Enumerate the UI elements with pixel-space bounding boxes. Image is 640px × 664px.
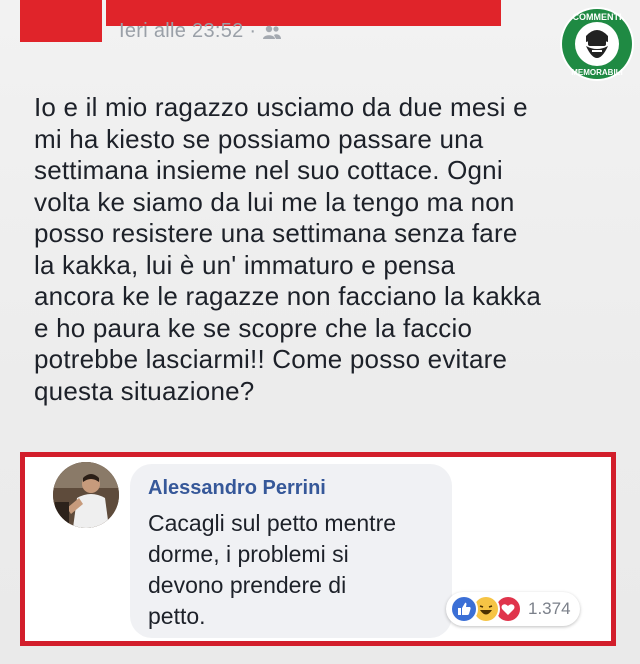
reactions-summary[interactable]: 1.374 bbox=[446, 592, 580, 626]
post-line: mi ha kiesto se possiamo passare una bbox=[34, 123, 484, 154]
post-line: questa situazione? bbox=[34, 375, 255, 406]
friends-icon bbox=[263, 25, 282, 39]
post-timestamp[interactable]: Ieri alle 23:52 · bbox=[119, 20, 282, 43]
post-text: Io e il mio ragazzo usciamo da due mesi … bbox=[34, 92, 624, 407]
post-line: volta ke siamo da lui me la tengo ma non bbox=[34, 186, 515, 217]
reaction-count: 1.374 bbox=[528, 599, 571, 618]
redaction-bar-avatar bbox=[20, 0, 102, 42]
commenti-memorabili-logo: COMMENTI MEMORABILI bbox=[560, 7, 634, 81]
person-avatar-icon[interactable] bbox=[53, 462, 119, 528]
svg-text:COMMENTI: COMMENTI bbox=[573, 12, 622, 22]
post-line: posso resistere una settimana senza fare bbox=[34, 218, 518, 248]
comment-line: dorme, i problemi si bbox=[148, 541, 349, 567]
comment-text: Cacagli sul petto mentre dorme, i proble… bbox=[148, 508, 438, 632]
post-line: e ho paura ke se scopre che la faccio bbox=[34, 312, 473, 343]
post-line: la kakka, lui è un' immaturo e pensa bbox=[34, 249, 456, 280]
comment-author-link[interactable]: Alessandro Perrini bbox=[148, 477, 326, 500]
post-line: ancora ke le ragazze non facciano la kak… bbox=[34, 281, 542, 311]
post-line: potrebbe lasciarmi!! Come posso evitare bbox=[34, 344, 508, 374]
post-line: settimana insieme nel suo cottace. Ogni bbox=[34, 155, 503, 185]
like-icon bbox=[450, 595, 478, 623]
post-line: Io e il mio ragazzo usciamo da due mesi … bbox=[34, 92, 528, 122]
comment-line: devono prendere di bbox=[148, 572, 347, 598]
svg-text:MEMORABILI: MEMORABILI bbox=[571, 68, 623, 77]
comment-line: Cacagli sul petto mentre bbox=[148, 510, 397, 536]
facebook-post: Ieri alle 23:52 · COMMENTI MEMORABILI Io… bbox=[0, 0, 640, 664]
comment-line: petto. bbox=[148, 603, 206, 629]
timestamp-text: Ieri alle 23:52 · bbox=[119, 20, 263, 42]
